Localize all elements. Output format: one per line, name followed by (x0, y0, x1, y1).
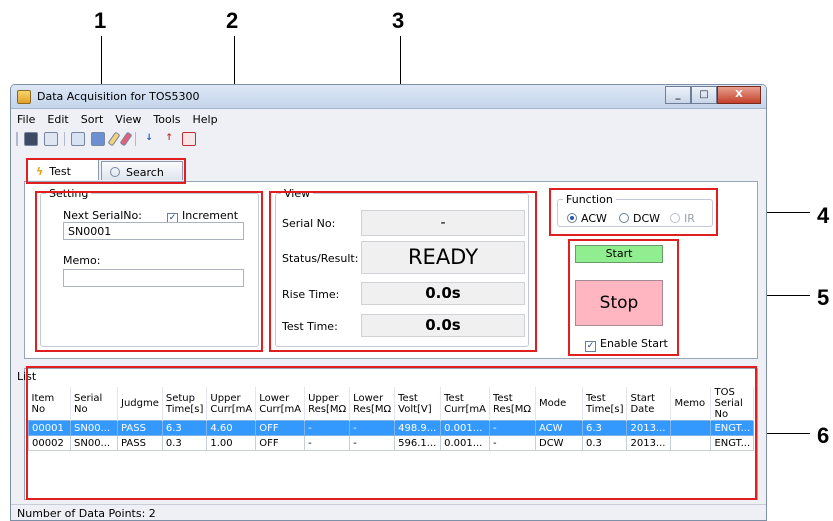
edit-pencil-icon[interactable] (107, 131, 121, 147)
eraser-icon[interactable] (119, 131, 133, 147)
window-title: Data Acquisition for TOS5300 (37, 90, 200, 103)
highlight-box-6 (26, 366, 757, 500)
sort-ascending-icon[interactable]: ↓ (142, 132, 156, 146)
callout-5: 5 (817, 285, 830, 310)
highlight-box-1 (26, 158, 186, 184)
menu-view[interactable]: View (109, 110, 147, 128)
sort-descending-icon[interactable]: ↑ (162, 132, 176, 146)
maximize-button[interactable]: □ (691, 86, 717, 104)
menu-edit[interactable]: Edit (41, 110, 74, 128)
callout-6: 6 (817, 423, 830, 448)
highlight-box-5 (568, 239, 679, 356)
callout-3: 3 (392, 8, 405, 33)
callout-2: 2 (226, 8, 239, 33)
paste-icon[interactable] (91, 132, 105, 146)
toolbar-separator (64, 132, 65, 146)
menu-sort[interactable]: Sort (75, 110, 110, 128)
save-icon[interactable] (24, 132, 38, 146)
menu-bar: File Edit Sort View Tools Help (11, 110, 766, 128)
menu-help[interactable]: Help (187, 110, 224, 128)
filter-icon[interactable] (182, 132, 196, 146)
status-bar: Number of Data Points: 2 (11, 504, 766, 520)
menu-tools[interactable]: Tools (147, 110, 186, 128)
toolbar-separator (135, 132, 136, 146)
callout-1: 1 (94, 8, 107, 33)
callout-4: 4 (817, 203, 830, 228)
toolbar-grip (16, 132, 18, 146)
minimize-button[interactable]: _ (665, 86, 691, 104)
toolbar: ↓ ↑ (13, 129, 199, 149)
menu-file[interactable]: File (11, 110, 41, 128)
close-button[interactable]: X (717, 86, 761, 104)
highlight-box-3 (269, 191, 537, 352)
title-bar[interactable]: Data Acquisition for TOS5300 _ □ X (11, 85, 766, 109)
data-points-count: Number of Data Points: 2 (17, 507, 156, 520)
highlight-box-2 (35, 191, 263, 352)
save-as-icon[interactable] (44, 132, 58, 146)
copy-icon[interactable] (71, 132, 85, 146)
highlight-box-4 (549, 188, 718, 236)
app-icon (17, 90, 31, 104)
